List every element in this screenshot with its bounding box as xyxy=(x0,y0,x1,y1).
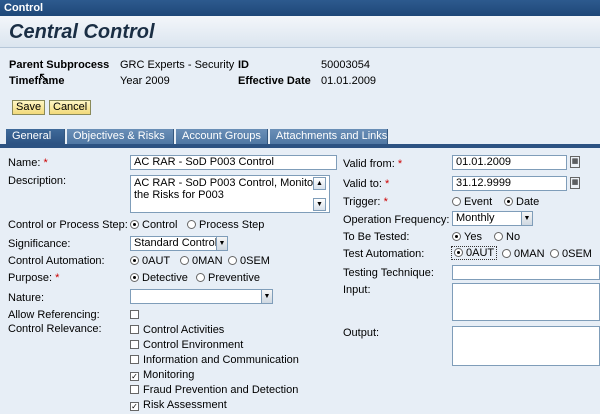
description-label: Description: xyxy=(8,175,67,187)
automation-0aut-radio[interactable]: 0AUT xyxy=(130,255,170,267)
test-automation-0aut-radio[interactable]: 0AUT xyxy=(451,246,498,260)
tab-attachments-links[interactable]: Attachments and Links xyxy=(270,129,388,144)
scroll-down-icon[interactable]: ▼ xyxy=(313,198,326,211)
relevance-fraud-prevention-checkbox[interactable]: Fraud Prevention and Detection xyxy=(130,384,298,396)
relevance-risk-assessment-checkbox[interactable]: ✓ Risk Assessment xyxy=(130,399,227,411)
valid-to-label: Valid to: * xyxy=(343,178,390,190)
purpose-detective-radio[interactable]: Detective xyxy=(130,272,188,284)
to-be-tested-label: To Be Tested: xyxy=(343,231,410,243)
input-textarea[interactable] xyxy=(452,283,600,321)
allow-referencing-checkbox[interactable] xyxy=(130,309,143,321)
significance-select[interactable]: Standard Control ▼ xyxy=(130,236,228,251)
name-input[interactable]: AC RAR - SoD P003 Control xyxy=(130,155,337,170)
relevance-monitoring-checkbox[interactable]: ✓ Monitoring xyxy=(130,369,194,381)
trigger-event-radio[interactable]: Event xyxy=(452,196,492,208)
id-label: ID xyxy=(238,59,249,71)
valid-from-input[interactable]: 01.01.2009 xyxy=(452,155,567,170)
description-textarea[interactable]: AC RAR - SoD P003 Control, Monitor the R… xyxy=(130,175,330,213)
testing-technique-label: Testing Technique: xyxy=(343,267,434,279)
chevron-down-icon: ▼ xyxy=(216,237,227,250)
nature-select[interactable]: ▼ xyxy=(130,289,273,304)
input-label: Input: xyxy=(343,284,371,296)
tested-no-radio[interactable]: No xyxy=(494,231,520,243)
timeframe-label: Timeframe xyxy=(9,75,65,87)
control-radio[interactable]: Control xyxy=(130,219,177,231)
timeframe-value: Year 2009 xyxy=(120,75,170,87)
relevance-control-activities-checkbox[interactable]: Control Activities xyxy=(130,324,224,336)
relevance-control-environment-checkbox[interactable]: Control Environment xyxy=(130,339,243,351)
test-automation-0man-radio[interactable]: 0MAN xyxy=(502,248,545,260)
effective-date-value: 01.01.2009 xyxy=(321,75,377,87)
significance-label: Significance: xyxy=(8,238,71,250)
valid-from-label: Valid from: * xyxy=(343,158,403,170)
cancel-button[interactable]: Cancel xyxy=(49,100,92,115)
trigger-date-radio[interactable]: Date xyxy=(504,196,539,208)
operation-frequency-select[interactable]: Monthly ▼ xyxy=(452,211,533,226)
calendar-icon[interactable]: ▦ xyxy=(570,177,580,189)
relevance-information-communication-checkbox[interactable]: Information and Communication xyxy=(130,354,299,366)
nature-label: Nature: xyxy=(8,292,45,304)
tab-general[interactable]: General xyxy=(6,129,65,144)
purpose-preventive-radio[interactable]: Preventive xyxy=(196,272,260,284)
window-title: Control xyxy=(0,0,600,16)
test-automation-0sem-radio[interactable]: 0SEM xyxy=(550,248,592,260)
tab-account-groups[interactable]: Account Groups xyxy=(176,129,268,144)
valid-to-input[interactable]: 31.12.9999 xyxy=(452,176,567,191)
page-header: Central Control xyxy=(0,16,600,48)
control-relevance-label: Control Relevance: xyxy=(8,323,102,335)
tested-yes-radio[interactable]: Yes xyxy=(452,231,482,243)
name-label: Name: * xyxy=(8,157,48,169)
test-automation-label: Test Automation: xyxy=(343,248,425,260)
automation-0man-radio[interactable]: 0MAN xyxy=(180,255,223,267)
id-value: 50003054 xyxy=(321,59,370,71)
effective-date-label: Effective Date xyxy=(238,75,311,87)
trigger-label: Trigger: * xyxy=(343,196,388,208)
allow-referencing-label: Allow Referencing: xyxy=(8,309,100,321)
automation-0sem-radio[interactable]: 0SEM xyxy=(228,255,270,267)
save-button[interactable]: Save xyxy=(12,100,46,115)
tab-objectives-risks[interactable]: Objectives & Risks xyxy=(67,129,174,144)
chevron-down-icon: ▼ xyxy=(521,212,532,225)
scroll-up-icon[interactable]: ▲ xyxy=(313,177,326,190)
operation-frequency-label: Operation Frequency: xyxy=(343,214,450,226)
output-label: Output: xyxy=(343,327,380,339)
parent-subprocess-label: Parent Subprocess xyxy=(9,59,110,71)
page-title: Central Control xyxy=(9,21,155,43)
control-automation-label: Control Automation: xyxy=(8,255,105,267)
testing-technique-input[interactable] xyxy=(452,265,600,280)
process-step-radio[interactable]: Process Step xyxy=(187,219,264,231)
calendar-icon[interactable]: ▦ xyxy=(570,156,580,168)
chevron-down-icon: ▼ xyxy=(261,290,272,303)
control-step-label: Control or Process Step: xyxy=(8,219,128,231)
mouse-cursor-icon: ↖ xyxy=(38,69,50,85)
parent-subprocess-value: GRC Experts - Security xyxy=(120,59,235,71)
output-textarea[interactable] xyxy=(452,326,600,366)
purpose-label: Purpose: * xyxy=(8,272,60,284)
